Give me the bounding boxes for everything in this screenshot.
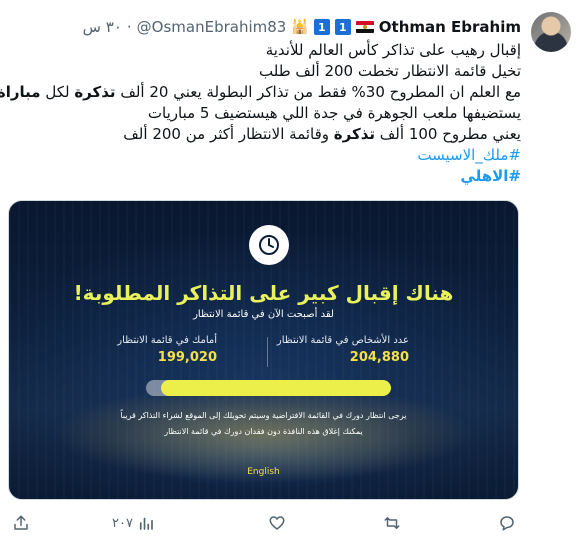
tweet-line-3-part2: لكل [40, 83, 75, 101]
share-button[interactable] [12, 511, 30, 535]
hashtag-link-1[interactable]: #ملك_الاسيست [51, 145, 521, 166]
queue-notice-2: يمكنك إغلاق هذه النافذة دون فقدان دورك ف… [164, 427, 363, 436]
reply-bubble-icon [500, 516, 514, 531]
stat-people-label: عدد الأشخاص في قائمة الانتظار [276, 335, 409, 346]
tweet-line-3: مع العلم ان المطروح 30% فقط من تذاكر الب… [0, 82, 521, 103]
tweet-header: Othman Ebrahim 1 1 🕌 @OsmanEbrahim83 · ٣… [83, 16, 521, 38]
hashtag-link-2[interactable]: #الاهلي [51, 166, 521, 187]
separator-dot: · [126, 18, 132, 36]
views-count: ٢٠٧ [112, 515, 133, 531]
like-button[interactable] [268, 511, 286, 535]
stat-ahead-of-you: أمامك في قائمة الانتظار 199,020 [67, 335, 217, 365]
tweet-line-4: يستضيفها ملعب الجوهرة في جدة اللي هيستضي… [147, 104, 521, 122]
queue-subtitle: لقد أصبحت الآن في قائمة الانتظار [193, 309, 334, 320]
tweet: Othman Ebrahim 1 1 🕌 @OsmanEbrahim83 · ٣… [0, 0, 579, 537]
tweet-line-5: يعني مطروح 100 ألف تذكرة وقائمة الانتظار… [51, 124, 521, 145]
number-one-badge-icon: 1 [334, 19, 351, 35]
queue-progress-fill [160, 380, 391, 396]
tweet-action-bar: ٢٠٧ [0, 511, 579, 535]
tweet-line-3-bold1: تذكرة [74, 83, 116, 101]
author-name[interactable]: Othman Ebrahim [379, 18, 521, 36]
tweet-line-5-bold1: تذكرة [333, 125, 376, 143]
retweet-button[interactable] [383, 511, 401, 535]
tweet-line-5-part1: يعني مطروح 100 ألف [375, 125, 521, 143]
number-one-badge-icon-2: 1 [313, 19, 330, 35]
tweet-line-3-bold2: مباراة [0, 83, 41, 101]
tweet-text: إقبال رهيب على تذاكر كأس العالم للأندية … [0, 40, 521, 187]
retweet-icon [384, 517, 400, 529]
tweet-line-2: تخيل قائمة الانتظار تخطت 200 ألف طلب [259, 62, 521, 80]
tweet-timestamp[interactable]: ٣٠ س [83, 18, 122, 36]
tweet-line-5-part2: وقائمة الانتظار أكثر من 200 ألف [123, 125, 334, 143]
mosque-emoji-icon: 🕌 [291, 19, 309, 35]
stat-people-value: 204,880 [349, 350, 409, 365]
queue-title: هناك إقبال كبير على التذاكر المطلوبة! [73, 281, 454, 305]
tweet-line-3-part1: مع العلم ان المطروح 30% فقط من تذاكر الب… [115, 83, 521, 101]
views-button[interactable]: ٢٠٧ [112, 511, 155, 535]
queue-notice-1: يرجى انتظار دورك في القائمة الافتراضية و… [120, 411, 407, 420]
views-chart-icon [139, 517, 153, 530]
heart-icon [269, 516, 285, 530]
stat-ahead-label: أمامك في قائمة الانتظار [117, 335, 217, 346]
stat-ahead-value: 199,020 [157, 350, 217, 365]
tweet-media-image[interactable]: هناك إقبال كبير على التذاكر المطلوبة! لق… [8, 200, 519, 500]
reply-button[interactable] [498, 511, 516, 535]
tweet-line-1: إقبال رهيب على تذاكر كأس العالم للأندية [265, 41, 521, 59]
clock-icon [249, 225, 289, 265]
egypt-flag-icon [355, 21, 374, 33]
english-language-link: English [247, 467, 280, 477]
share-icon [14, 515, 28, 530]
author-avatar[interactable] [531, 12, 571, 52]
author-handle[interactable]: @OsmanEbrahim83 [137, 18, 287, 36]
stat-people-in-queue: عدد الأشخاص في قائمة الانتظار 204,880 [259, 335, 409, 365]
stat-divider [267, 337, 268, 367]
queue-progress-bar [146, 380, 391, 396]
